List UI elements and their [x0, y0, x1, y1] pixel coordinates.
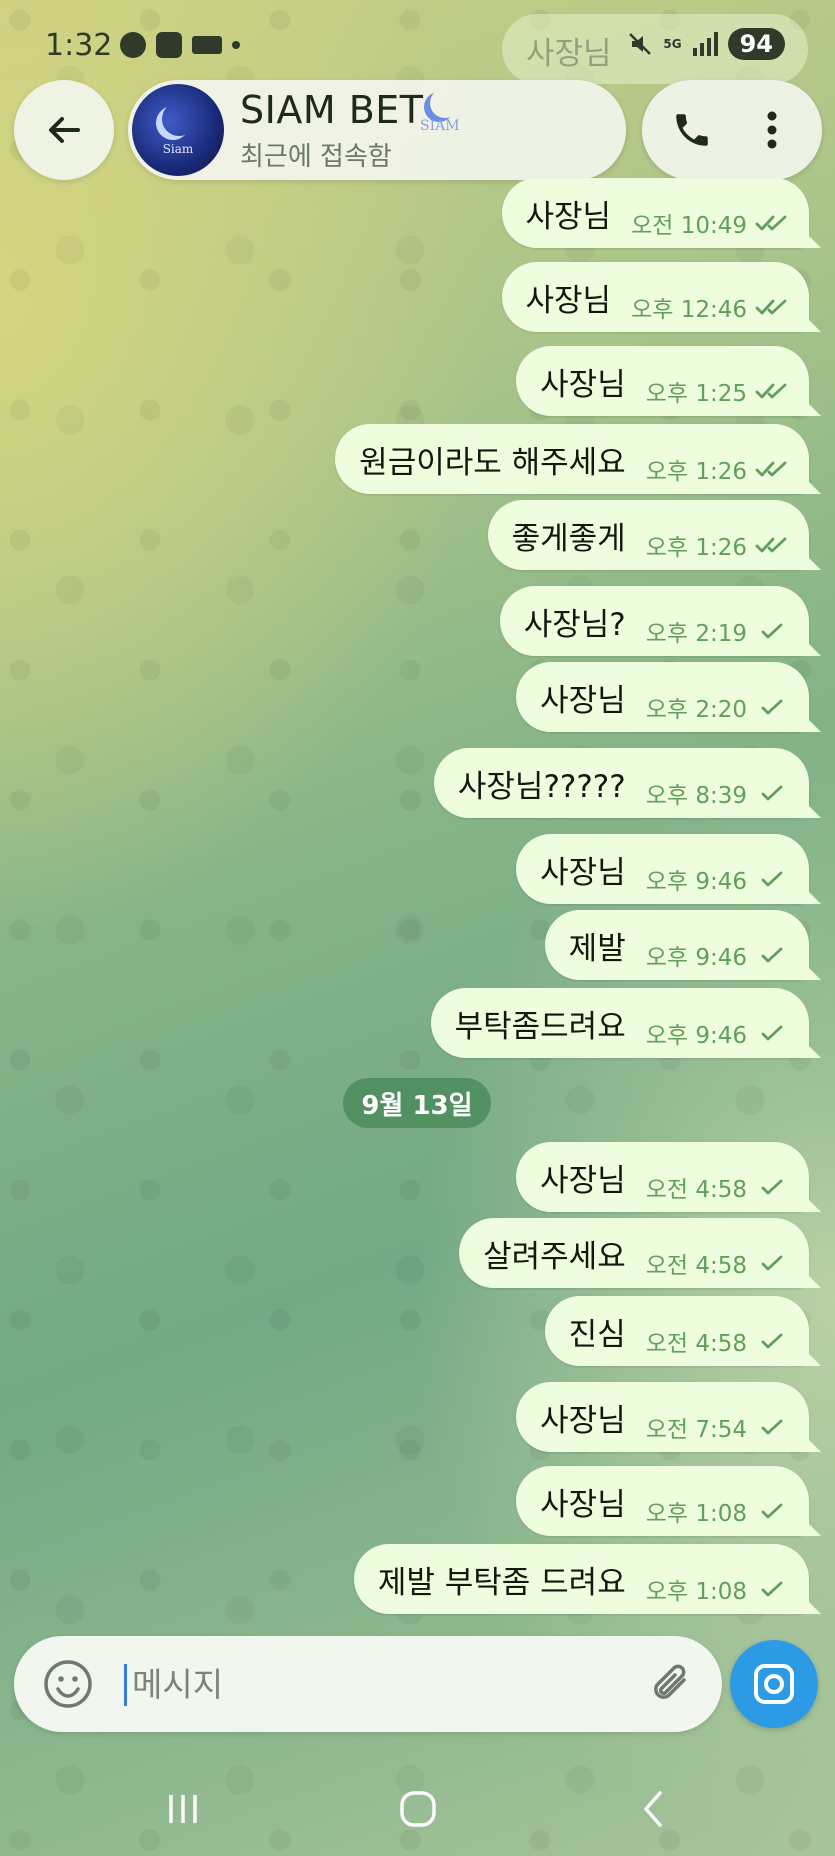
- message-text: 살려주세요: [483, 1238, 626, 1275]
- date-separator: 9월 13일: [343, 1078, 491, 1128]
- message-time: 오전 4:58: [645, 1177, 747, 1203]
- composer: [14, 1636, 722, 1732]
- message-input[interactable]: [132, 1658, 532, 1710]
- message-text: 사장님: [525, 198, 612, 235]
- message-text: 사장님: [540, 1486, 626, 1523]
- back-icon: [644, 1791, 662, 1827]
- double-check-icon: [755, 537, 787, 553]
- message-time: 오후 1:08: [645, 1501, 747, 1527]
- message-text: 부탁좀드려요: [454, 1008, 626, 1045]
- message-text: 사장님: [540, 1402, 626, 1439]
- message-bubble[interactable]: 원금이라도 해주세요 오후 1:26: [335, 424, 809, 494]
- text-caret: [124, 1664, 127, 1706]
- message-bubble[interactable]: 사장님 오전 7:54: [516, 1382, 809, 1452]
- navigation-bar: [0, 1756, 835, 1856]
- message-time: 오후 2:19: [645, 621, 747, 647]
- home-button[interactable]: [393, 1784, 443, 1834]
- message-bubble[interactable]: 사장님 오후 1:08: [516, 1466, 809, 1536]
- message-time: 오후 1:26: [645, 459, 747, 485]
- check-icon: [761, 1025, 783, 1041]
- emoji-button[interactable]: [42, 1658, 94, 1710]
- check-icon: [761, 1255, 783, 1271]
- nav-back-button[interactable]: [628, 1784, 678, 1834]
- check-icon: [761, 1333, 783, 1349]
- check-icon: [761, 623, 783, 639]
- message-text: 사장님: [540, 1162, 626, 1199]
- message-text: 원금이라도 해주세요: [359, 444, 626, 481]
- message-bubble[interactable]: 사장님 오후 2:20: [516, 662, 809, 732]
- message-time: 오전 10:49: [631, 213, 747, 239]
- message-bubble[interactable]: 사장님 오후 1:25: [516, 346, 809, 416]
- message-bubble[interactable]: 사장님 오전 4:58: [516, 1142, 809, 1212]
- message-time: 오후 8:39: [645, 783, 747, 809]
- message-bubble[interactable]: 사장님 오전 10:49: [501, 178, 809, 248]
- message-bubble[interactable]: 사장님????? 오후 8:39: [433, 748, 809, 818]
- message-time: 오후 9:46: [645, 945, 747, 971]
- recents-button[interactable]: [158, 1784, 208, 1834]
- double-check-icon: [755, 383, 787, 399]
- message-text: 제발: [568, 930, 626, 967]
- message-text: 사장님: [525, 282, 612, 319]
- message-bubble[interactable]: 사장님 오후 9:46: [516, 834, 809, 904]
- attach-button[interactable]: [646, 1658, 698, 1710]
- message-bubble[interactable]: 제발 오후 9:46: [544, 910, 809, 980]
- message-bubble[interactable]: 부탁좀드려요 오후 9:46: [430, 988, 809, 1058]
- check-icon: [761, 1503, 783, 1519]
- message-time: 오전 4:58: [645, 1253, 747, 1279]
- check-icon: [761, 785, 783, 801]
- message-time: 오후 9:46: [645, 1023, 747, 1049]
- check-icon: [761, 871, 783, 887]
- message-bubble[interactable]: 사장님? 오후 2:19: [499, 586, 809, 656]
- double-check-icon: [755, 215, 787, 231]
- message-time: 오후 9:46: [645, 869, 747, 895]
- check-icon: [761, 1179, 783, 1195]
- camera-icon: [754, 1664, 794, 1704]
- message-text: 사장님?????: [457, 768, 626, 805]
- check-icon: [761, 1419, 783, 1435]
- message-time: 오후 2:20: [645, 697, 747, 723]
- message-bubble[interactable]: 사장님 오후 12:46: [501, 262, 809, 332]
- message-time: 오후 12:46: [631, 297, 747, 323]
- message-time: 오후 1:08: [645, 1579, 747, 1605]
- message-bubble[interactable]: 진심 오전 4:58: [544, 1296, 809, 1366]
- message-text: 진심: [568, 1316, 626, 1353]
- message-text: 사장님: [540, 682, 626, 719]
- check-icon: [761, 947, 783, 963]
- smiley-icon: [44, 1660, 92, 1708]
- message-time: 오전 7:54: [645, 1417, 747, 1443]
- message-time: 오전 4:58: [645, 1331, 747, 1357]
- message-bubble[interactable]: 좋게좋게 오후 1:26: [487, 500, 809, 570]
- double-check-icon: [755, 299, 787, 315]
- home-icon: [400, 1791, 436, 1827]
- message-bubble[interactable]: 제발 부탁좀 드려요 오후 1:08: [353, 1544, 809, 1614]
- message-list[interactable]: 사장님 오전 10:49 사장님 오후 12:46 사장님 오후 1:25 원금…: [0, 0, 835, 1630]
- message-time: 오후 1:25: [645, 381, 747, 407]
- message-text: 제발 부탁좀 드려요: [377, 1564, 626, 1601]
- message-text: 사장님: [540, 854, 626, 891]
- recents-icon: [169, 1795, 197, 1823]
- message-bubble[interactable]: 살려주세요 오전 4:58: [459, 1218, 809, 1288]
- double-check-icon: [755, 461, 787, 477]
- message-time: 오후 1:26: [645, 535, 747, 561]
- message-text: 좋게좋게: [511, 520, 626, 557]
- check-icon: [761, 1581, 783, 1597]
- camera-button[interactable]: [730, 1640, 818, 1728]
- message-text: 사장님: [540, 366, 626, 403]
- check-icon: [761, 699, 783, 715]
- message-text: 사장님?: [523, 606, 626, 643]
- paperclip-icon: [654, 1664, 686, 1699]
